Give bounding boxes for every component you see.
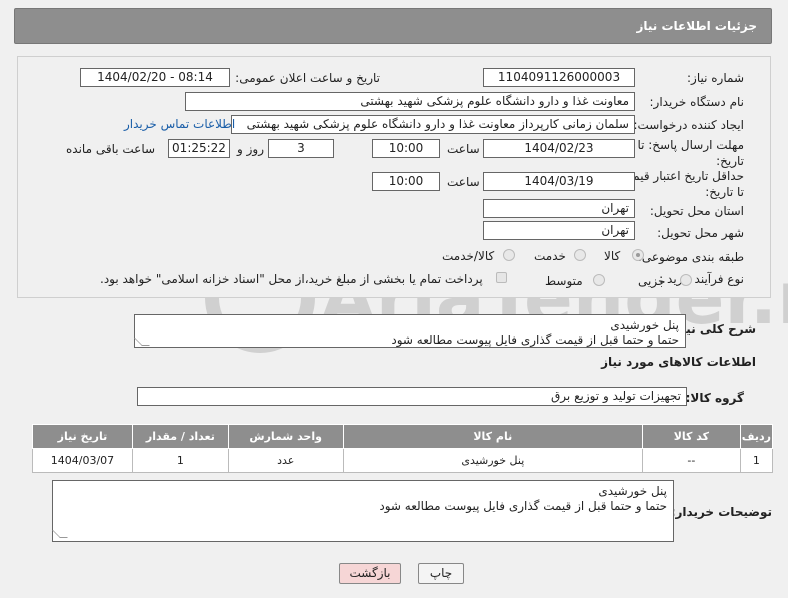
creator-label: ایجاد کننده درخواست:	[633, 118, 744, 132]
row-unit: عدد	[227, 448, 344, 473]
creator-field: سلمان زمانی کارپرداز معاونت غذا و دارو د…	[231, 115, 635, 134]
city-label: شهر محل تحویل:	[657, 226, 744, 240]
buyer-notes-textarea[interactable]: پنل خورشیدی حتما و حتما قبل از قیمت گذار…	[52, 480, 674, 542]
back-button[interactable]: بازگشت	[339, 563, 401, 584]
treasury-payment-note: پرداخت تمام یا بخشی از مبلغ خرید،از محل …	[100, 272, 483, 286]
row-qty: 1	[131, 448, 229, 473]
remaining-time-field: 01:25:22	[168, 139, 230, 158]
validity-date-field: 1404/03/19	[483, 172, 635, 191]
category-radio-goods[interactable]	[632, 249, 644, 261]
goods-table: ردیف کد کالا نام کالا واحد شمارش تعداد /…	[32, 424, 774, 473]
category-option-goods: کالا	[604, 249, 621, 263]
province-field: تهران	[483, 199, 635, 218]
days-label: روز و	[237, 142, 264, 156]
buyer-contact-link[interactable]: اطلاعات تماس خریدار	[124, 117, 235, 131]
province-label: استان محل تحویل:	[649, 204, 744, 218]
need-number-label: شماره نیاز:	[687, 71, 744, 85]
column-header: ردیف	[739, 424, 774, 449]
row-code: --	[641, 448, 741, 473]
column-header: نام کالا	[342, 424, 643, 449]
process-option-minor: جزیی	[638, 274, 666, 288]
validity-time-field: 10:00	[372, 172, 440, 191]
treasury-payment-checkbox[interactable]	[496, 272, 507, 283]
column-header: واحد شمارش	[227, 424, 344, 449]
reply-time-field: 10:00	[372, 139, 440, 158]
reply-date-field: 1404/02/23	[483, 139, 635, 158]
process-radio-medium[interactable]	[593, 274, 605, 286]
goods-section-title: اطلاعات کالاهای مورد نیاز	[601, 355, 756, 369]
process-option-medium: متوسط	[545, 274, 583, 288]
category-option-service: خدمت	[534, 249, 566, 263]
goods-group-field: تجهیزات تولید و توزیع برق	[137, 387, 687, 406]
validity-time-label: ساعت	[447, 175, 480, 189]
remaining-days-field: 3	[268, 139, 334, 158]
buyer-org-field: معاونت غذا و دارو دانشگاه علوم پزشکی شهی…	[185, 92, 635, 111]
process-radio-minor[interactable]	[680, 274, 692, 286]
buyer-notes-label: توضیحات خریدار:	[670, 505, 772, 519]
page-header: جزئیات اطلاعات نیاز	[14, 8, 772, 44]
reply-time-label: ساعت	[447, 142, 480, 156]
need-summary-textarea[interactable]: پنل خورشیدی حتما و حتما قبل از قیمت گذار…	[134, 314, 686, 348]
goods-group-label: گروه کالا:	[685, 391, 744, 405]
process-type-label: نوع فرآیند خرید :	[659, 272, 744, 286]
need-number-field: 1104091126000003	[483, 68, 635, 87]
category-label: طبقه بندی موضوعی:	[637, 250, 744, 264]
row-name: پنل خورشیدی	[342, 448, 643, 473]
category-radio-goods-service[interactable]	[503, 249, 515, 261]
page-title: جزئیات اطلاعات نیاز	[636, 19, 757, 33]
goods-table-header: ردیف کد کالا نام کالا واحد شمارش تعداد /…	[32, 424, 774, 449]
announce-date-field: 1404/02/20 - 08:14	[80, 68, 230, 87]
print-button[interactable]: چاپ	[418, 563, 464, 584]
announce-date-label: تاریخ و ساعت اعلان عمومی:	[235, 71, 380, 85]
column-header: کد کالا	[641, 424, 741, 449]
remaining-time-label: ساعت باقی مانده	[66, 142, 156, 156]
category-radio-service[interactable]	[574, 249, 586, 261]
row-date: 1404/03/07	[32, 448, 133, 473]
category-option-goods-service: کالا/خدمت	[442, 249, 495, 263]
table-row: 1 -- پنل خورشیدی عدد 1 1404/03/07	[32, 448, 774, 473]
city-field: تهران	[483, 221, 635, 240]
reply-deadline-label: مهلت ارسال پاسخ: تا تاریخ:	[637, 138, 744, 168]
column-header: تاریخ نیاز	[32, 424, 133, 449]
buyer-org-label: نام دستگاه خریدار:	[649, 95, 745, 109]
column-header: تعداد / مقدار	[131, 424, 229, 449]
row-index: 1	[739, 448, 774, 473]
